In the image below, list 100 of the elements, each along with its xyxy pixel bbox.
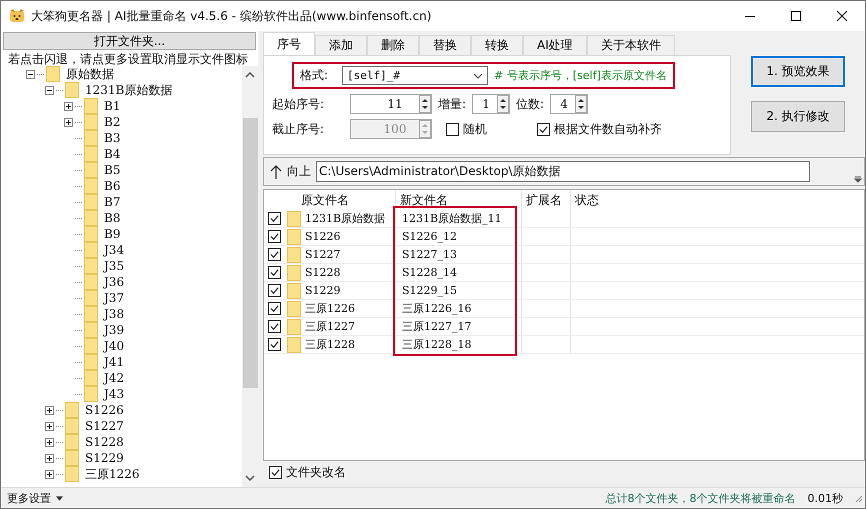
column-header[interactable]: 原文件名: [264, 190, 396, 210]
spinner-arrows-icon[interactable]: [419, 95, 431, 113]
collapse-icon[interactable]: [26, 70, 35, 78]
tree-item[interactable]: J40: [104, 339, 124, 353]
tree-item[interactable]: 原始数据: [66, 66, 114, 82]
tree-item[interactable]: J41: [104, 355, 124, 369]
expand-icon[interactable]: [45, 470, 54, 478]
tree-item[interactable]: J43: [104, 387, 124, 401]
folder-icon: [287, 264, 301, 280]
up-label[interactable]: 向上: [287, 163, 311, 180]
tree-item[interactable]: J38: [104, 307, 124, 321]
folder-icon: [84, 338, 98, 354]
folder-icon: [84, 242, 98, 258]
tab[interactable]: 删除: [367, 35, 419, 55]
tree-item[interactable]: B1: [104, 99, 120, 113]
row-checkbox[interactable]: [268, 212, 281, 225]
hint-text: 若点击闪退，请点更多设置取消显示文件图标: [7, 51, 249, 66]
tab[interactable]: 添加: [315, 35, 367, 55]
row-checkbox[interactable]: [268, 248, 281, 261]
tab[interactable]: AI处理: [523, 35, 587, 55]
column-header[interactable]: 状态: [571, 190, 864, 210]
scroll-thumb[interactable]: [242, 118, 258, 388]
tab[interactable]: 转换: [471, 35, 523, 55]
tree-item[interactable]: B4: [104, 147, 120, 161]
format-dropdown[interactable]: [self]_#: [342, 66, 488, 85]
table-cell: 三原1227: [305, 319, 355, 334]
close-icon[interactable]: [836, 10, 848, 22]
scrollbar[interactable]: [242, 66, 258, 487]
maximize-icon[interactable]: [790, 10, 802, 22]
expand-icon[interactable]: [64, 118, 73, 126]
tree-item[interactable]: B2: [104, 115, 120, 129]
expand-icon[interactable]: [45, 454, 54, 462]
tree-item[interactable]: 1231B原始数据: [85, 82, 172, 98]
folder-icon: [287, 300, 301, 316]
row-checkbox[interactable]: [268, 302, 281, 315]
end-number-label: 截止序号:: [272, 120, 326, 138]
folder-icon: [287, 318, 301, 334]
scroll-down-icon[interactable]: [245, 475, 255, 481]
folder-icon: [84, 146, 98, 162]
tree-item[interactable]: B9: [104, 227, 120, 241]
tree-item[interactable]: S1226: [85, 403, 124, 417]
expand-icon[interactable]: [45, 406, 54, 414]
row-checkbox[interactable]: [268, 266, 281, 279]
digits-field[interactable]: 4: [550, 94, 588, 114]
folder-icon: [65, 82, 79, 98]
tree-item[interactable]: J36: [104, 275, 124, 289]
path-field[interactable]: C:\Users\Administrator\Desktop\原始数据: [316, 161, 810, 182]
more-settings-menu[interactable]: 更多设置: [7, 490, 63, 506]
tree-item[interactable]: 三原1226: [85, 466, 140, 482]
tree-item[interactable]: S1227: [85, 419, 124, 433]
tree-item[interactable]: J35: [104, 259, 124, 273]
tab[interactable]: 序号: [263, 32, 315, 55]
folder-rename-checkbox[interactable]: [269, 466, 282, 479]
tree-item[interactable]: J37: [104, 291, 124, 305]
action-button[interactable]: 2. 执行修改: [751, 101, 845, 132]
folder-icon: [84, 386, 98, 402]
tree-item[interactable]: B5: [104, 163, 120, 177]
folder-icon: [65, 418, 79, 434]
folder-icon: [287, 228, 301, 244]
row-checkbox[interactable]: [268, 320, 281, 333]
tree-item[interactable]: J34: [104, 243, 124, 257]
folder-icon: [65, 450, 79, 466]
folder-icon: [84, 130, 98, 146]
tree-item[interactable]: S1229: [85, 451, 124, 465]
dropdown-arrow-icon[interactable]: [854, 175, 862, 183]
expand-icon[interactable]: [45, 438, 54, 446]
row-checkbox[interactable]: [268, 284, 281, 297]
format-label: 格式:: [300, 67, 328, 84]
auto-pad-checkbox[interactable]: [537, 122, 550, 136]
action-button[interactable]: 1. 预览效果: [751, 56, 845, 87]
column-header[interactable]: 新文件名: [396, 190, 522, 210]
spinner-arrows-icon[interactable]: [497, 95, 510, 113]
tree-item[interactable]: B7: [104, 195, 120, 209]
tree-item[interactable]: J39: [104, 323, 124, 337]
tab[interactable]: 关于本软件: [586, 35, 675, 55]
folder-rename-label: 文件夹改名: [286, 464, 346, 481]
tree-item[interactable]: J42: [104, 371, 124, 385]
start-number-field[interactable]: 11: [350, 94, 432, 114]
format-hint: # 号表示序号，[self]表示原文件名: [494, 68, 667, 83]
tab[interactable]: 替换: [419, 35, 471, 55]
table-cell: 三原1228_18: [396, 336, 522, 353]
step-field[interactable]: 1: [472, 94, 510, 114]
tree-item[interactable]: B8: [104, 211, 120, 225]
table-cell: S1226_12: [396, 228, 522, 245]
collapse-icon[interactable]: [45, 86, 54, 94]
column-header[interactable]: 扩展名: [522, 190, 571, 210]
expand-icon[interactable]: [45, 422, 54, 430]
row-checkbox[interactable]: [268, 338, 281, 351]
random-checkbox[interactable]: [446, 122, 459, 136]
tree-item[interactable]: B3: [104, 131, 120, 145]
up-arrow-icon[interactable]: [270, 164, 282, 180]
tree-item[interactable]: B6: [104, 179, 120, 193]
folder-icon: [84, 258, 98, 274]
tree-item[interactable]: S1228: [85, 435, 124, 449]
open-folder-button[interactable]: 打开文件夹...: [3, 32, 256, 50]
digits-label: 位数:: [516, 96, 544, 112]
spinner-arrows-icon[interactable]: [575, 95, 588, 113]
row-checkbox[interactable]: [268, 230, 281, 243]
scroll-up-icon[interactable]: [245, 72, 255, 78]
expand-icon[interactable]: [64, 102, 73, 110]
